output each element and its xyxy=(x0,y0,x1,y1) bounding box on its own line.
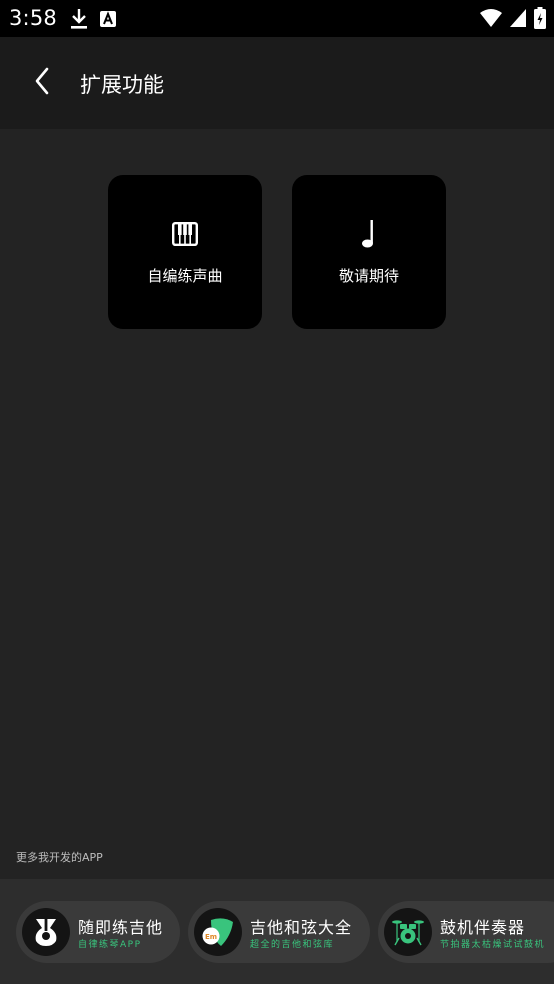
back-chevron-icon xyxy=(34,67,50,99)
app-name: 吉他和弦大全 xyxy=(250,918,353,937)
app-name: 随即练吉他 xyxy=(78,918,164,937)
piano-icon xyxy=(170,219,200,249)
back-button[interactable] xyxy=(24,65,60,101)
drum-kit-icon xyxy=(384,908,432,956)
app-name: 鼓机伴奏器 xyxy=(440,918,526,937)
status-time: 3:58 xyxy=(9,6,57,30)
music-note-icon xyxy=(354,219,384,249)
more-apps-strip[interactable]: 随即练吉他 自律练琴APP Em 吉他和弦大全 超全的吉他和弦库 鼓机伴奏器 节… xyxy=(0,879,554,984)
download-icon xyxy=(70,8,88,34)
page-title: 扩展功能 xyxy=(80,73,164,97)
wifi-icon xyxy=(480,9,502,31)
battery-icon xyxy=(534,7,546,33)
app-promo-drum-machine[interactable]: 鼓机伴奏器 节拍器太枯燥试试鼓机 xyxy=(378,901,554,963)
svg-text:Em: Em xyxy=(205,933,217,941)
feature-card-label: 自编练声曲 xyxy=(147,267,223,285)
guitar-practice-icon xyxy=(22,908,70,956)
app-subtitle: 超全的吉他和弦库 xyxy=(250,940,335,950)
chord-pick-icon: Em xyxy=(194,908,242,956)
feature-card-label: 敬请期待 xyxy=(338,267,399,285)
status-bar: 3:58 xyxy=(0,0,554,37)
app-subtitle: 节拍器太枯燥试试鼓机 xyxy=(440,940,546,950)
feature-card-coming-soon[interactable]: 敬请期待 xyxy=(292,175,446,329)
app-subtitle: 自律练琴APP xyxy=(78,940,142,950)
app-bar: 扩展功能 xyxy=(0,37,554,129)
app-promo-guitar-practice[interactable]: 随即练吉他 自律练琴APP xyxy=(16,901,180,963)
signal-icon xyxy=(510,9,526,31)
app-promo-chord-library[interactable]: Em 吉他和弦大全 超全的吉他和弦库 xyxy=(188,901,370,963)
font-a-icon xyxy=(100,11,116,31)
feature-card-custom-vocal[interactable]: 自编练声曲 xyxy=(108,175,262,329)
more-apps-heading: 更多我开发的APP xyxy=(16,851,103,864)
